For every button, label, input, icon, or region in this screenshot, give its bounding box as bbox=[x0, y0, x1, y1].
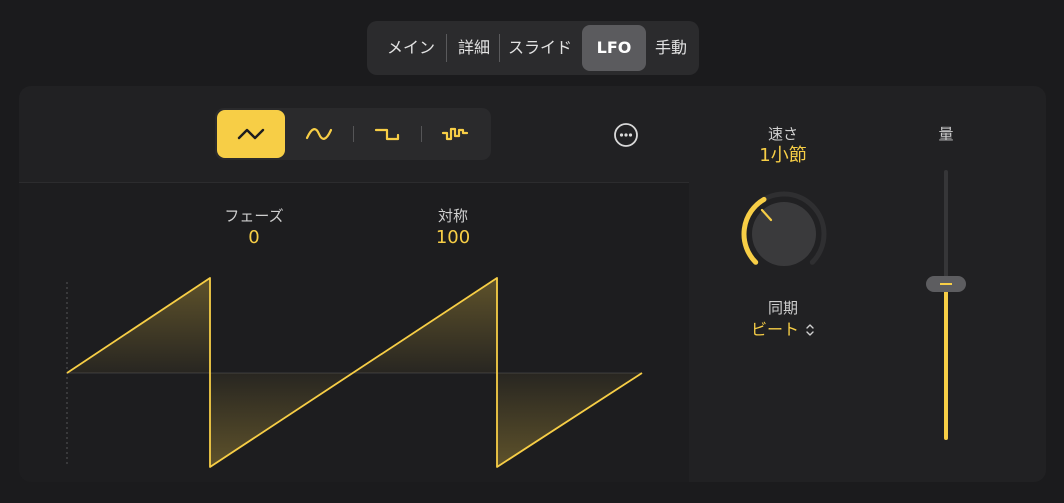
knob-body bbox=[752, 202, 816, 266]
tab-detail[interactable]: 詳細 bbox=[449, 21, 499, 75]
tab-lfo[interactable]: LFO bbox=[582, 25, 646, 71]
ellipsis-circle-icon bbox=[614, 123, 638, 147]
more-options-button[interactable] bbox=[613, 122, 639, 148]
rate-control: 速さ 1小節 bbox=[733, 124, 833, 168]
lfo-panel: フェーズ 0 対称 100 速さ 1小節 同期 ビート 量 bbox=[19, 86, 1046, 482]
sync-control[interactable]: 同期 ビート bbox=[733, 298, 833, 342]
tab-main[interactable]: メイン bbox=[375, 21, 447, 75]
waveform-shape-selector bbox=[215, 108, 491, 160]
shape-triangle-button[interactable] bbox=[217, 110, 285, 158]
chevron-up-down-icon bbox=[806, 324, 814, 336]
sync-value-select[interactable]: ビート bbox=[733, 318, 833, 342]
rate-label: 速さ bbox=[767, 125, 798, 143]
lfo-waveform-display bbox=[66, 277, 643, 468]
rate-value[interactable]: 1小節 bbox=[733, 144, 833, 168]
sync-label: 同期 bbox=[767, 299, 798, 317]
tab-divider bbox=[446, 34, 447, 62]
amount-slider-thumb[interactable] bbox=[926, 276, 966, 292]
shape-square-button[interactable] bbox=[353, 110, 421, 158]
sync-value: ビート bbox=[750, 320, 799, 339]
shape-sine-button[interactable] bbox=[285, 110, 353, 158]
waveform-header bbox=[19, 86, 689, 183]
tab-slide[interactable]: スライド bbox=[501, 21, 579, 75]
amount-label: 量 bbox=[938, 125, 954, 143]
rate-knob[interactable] bbox=[738, 188, 830, 280]
random-wave-icon bbox=[441, 127, 469, 141]
amount-slider-fill bbox=[944, 286, 948, 440]
tab-divider bbox=[499, 34, 500, 62]
square-wave-icon bbox=[374, 128, 400, 141]
tab-bar: メイン 詳細 スライド LFO 手動 bbox=[367, 21, 699, 75]
triangle-wave-icon bbox=[237, 128, 265, 140]
amount-control: 量 bbox=[916, 124, 976, 144]
tab-manual[interactable]: 手動 bbox=[647, 21, 695, 75]
shape-random-button[interactable] bbox=[421, 110, 489, 158]
waveform-area: フェーズ 0 対称 100 bbox=[19, 86, 689, 482]
sine-wave-icon bbox=[305, 128, 333, 140]
